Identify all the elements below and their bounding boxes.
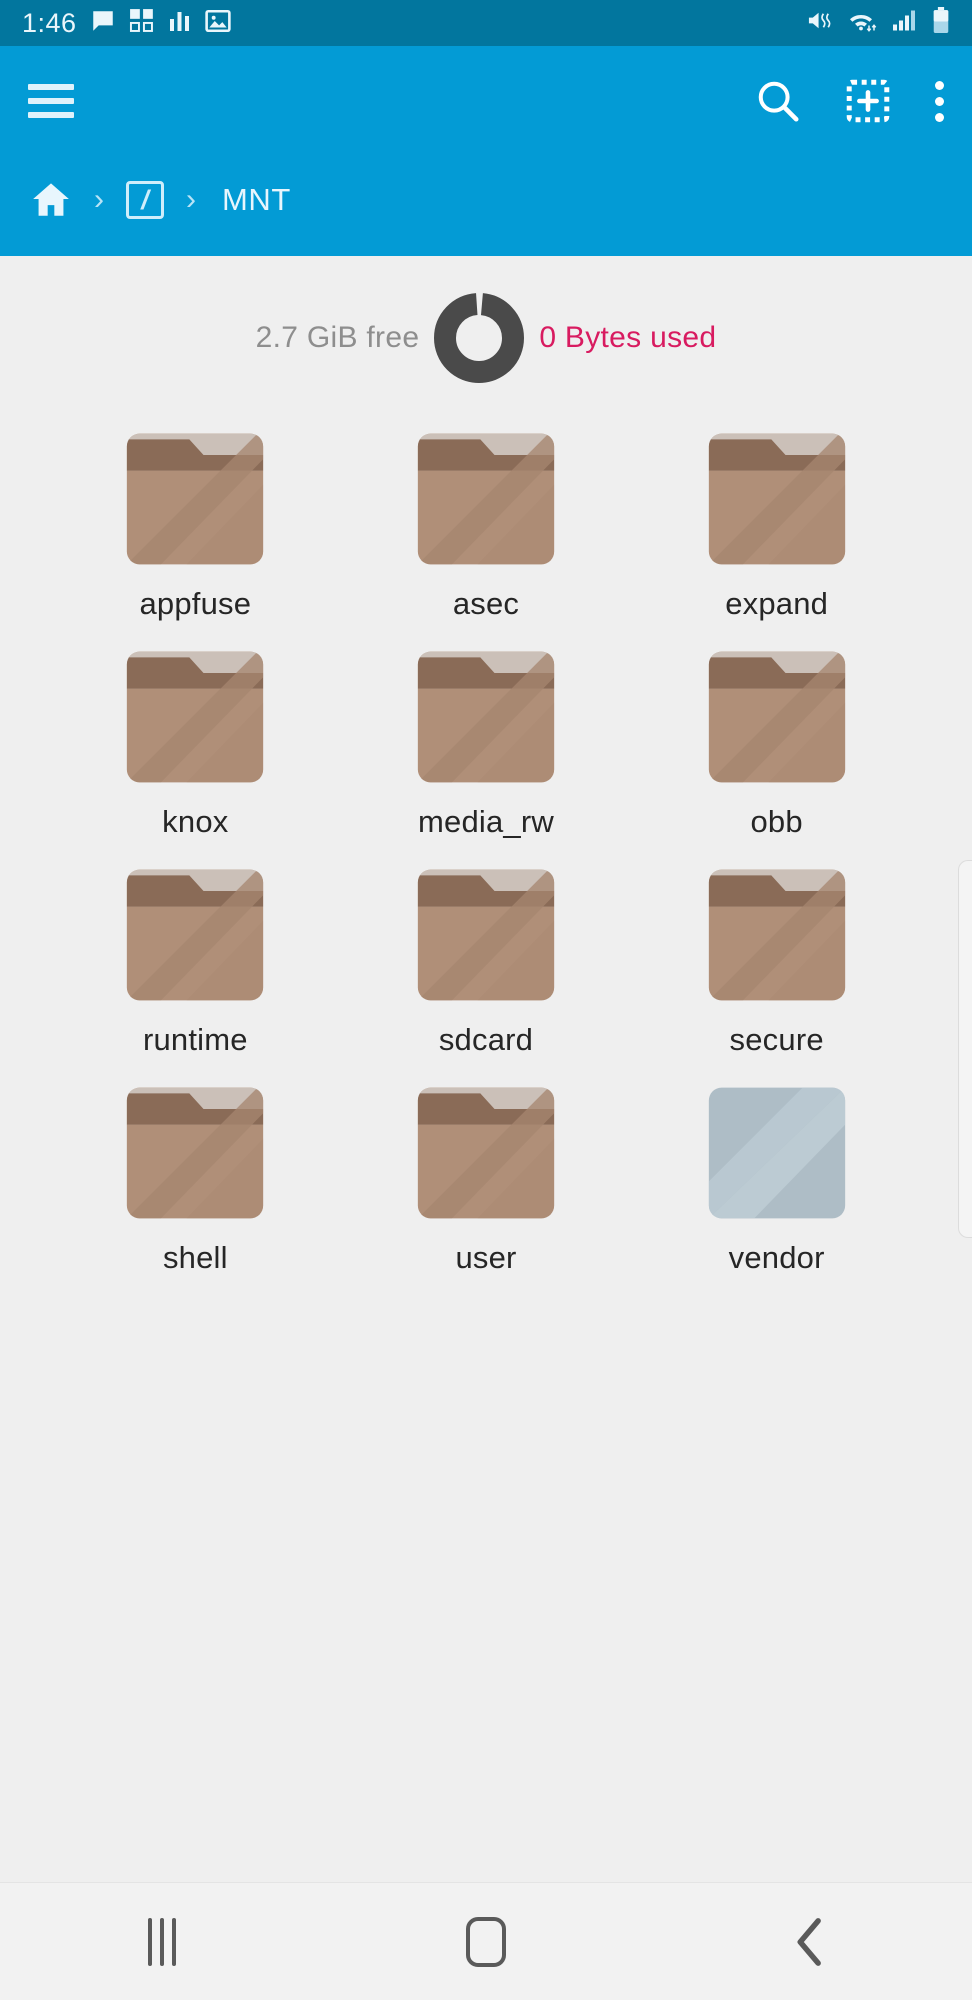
wifi-icon [848, 8, 878, 38]
folder-icon [124, 428, 266, 570]
status-bar: 1:46 [0, 0, 972, 46]
folder-icon [415, 428, 557, 570]
app-bar-top-row [0, 46, 972, 156]
folder-label: appfuse [139, 586, 252, 621]
home-button[interactable] [324, 1916, 648, 1967]
folder-label: vendor [728, 1240, 825, 1275]
folder-label: secure [729, 1022, 824, 1057]
breadcrumb-current[interactable]: MNT [218, 182, 291, 218]
breadcrumb-current-label: MNT [222, 182, 291, 217]
folder-item[interactable]: appfuse [50, 414, 341, 632]
folder-item[interactable]: shell [50, 1068, 341, 1286]
folder-label: user [455, 1240, 517, 1275]
folder-icon [124, 1082, 266, 1224]
mute-vibrate-icon [807, 8, 834, 38]
search-button[interactable] [755, 78, 801, 124]
folder-item[interactable]: obb [631, 632, 922, 850]
folder-icon [415, 1082, 557, 1224]
folder-item[interactable]: user [341, 1068, 632, 1286]
phone-screen: 1:46 › / › MNT 2.7 GiB free 0 Bytes used… [0, 0, 972, 2000]
gallery-icon [204, 8, 231, 39]
breadcrumb: › / › MNT [0, 156, 972, 244]
folder-icon [415, 864, 557, 1006]
folder-icon [124, 864, 266, 1006]
storage-summary[interactable]: 2.7 GiB free 0 Bytes used [0, 256, 972, 400]
scroll-indicator[interactable] [958, 860, 972, 1238]
folder-icon [706, 428, 848, 570]
folder-label: shell [162, 1240, 228, 1275]
recents-button[interactable] [0, 1917, 324, 1966]
home-square-icon [466, 1916, 506, 1967]
storage-used-label: 0 Bytes used [539, 321, 717, 354]
battery-icon [932, 7, 950, 39]
status-bar-left: 1:46 [22, 8, 231, 39]
storage-donut-chart [433, 292, 525, 384]
folder-label: media_rw [418, 804, 554, 839]
hamburger-line [28, 112, 74, 118]
folder-grid: appfuse asec expand knox media_rw obb runtime s… [0, 400, 972, 1286]
status-bar-right [807, 7, 950, 39]
folder-item[interactable]: vendor [631, 1068, 922, 1286]
folder-icon [706, 864, 848, 1006]
folder-label: runtime [142, 1022, 248, 1057]
blank-folder-icon [706, 1082, 848, 1224]
hamburger-line [28, 84, 74, 90]
folder-item[interactable]: media_rw [341, 632, 632, 850]
folder-item[interactable]: knox [50, 632, 341, 850]
folder-icon [415, 646, 557, 788]
signal-icon [892, 8, 918, 38]
folder-icon [706, 646, 848, 788]
back-chevron-icon [797, 1917, 821, 1966]
folder-label: sdcard [438, 1022, 534, 1057]
folder-label: expand [725, 586, 829, 621]
breadcrumb-separator: › [94, 183, 104, 216]
overflow-button[interactable] [935, 80, 944, 122]
folder-label: knox [162, 804, 229, 839]
folder-item[interactable]: expand [631, 414, 922, 632]
folder-item[interactable]: asec [341, 414, 632, 632]
breadcrumb-home[interactable] [30, 179, 72, 221]
folder-icon [124, 646, 266, 788]
equalizer-icon [168, 8, 192, 39]
status-bar-clock: 1:46 [22, 7, 77, 38]
hamburger-menu-button[interactable] [28, 84, 74, 118]
multiwindow-icon [129, 8, 155, 39]
folder-item[interactable]: runtime [50, 850, 341, 1068]
recents-icon [148, 1917, 176, 1966]
system-navigation-bar [0, 1882, 972, 2000]
breadcrumb-separator: › [186, 183, 196, 216]
app-bar: › / › MNT [0, 46, 972, 256]
storage-free-label: 2.7 GiB free [255, 321, 420, 354]
breadcrumb-root[interactable]: / [126, 181, 164, 219]
root-icon: / [126, 181, 164, 219]
back-button[interactable] [648, 1916, 972, 1968]
new-item-button[interactable] [845, 78, 891, 124]
folder-item[interactable]: secure [631, 850, 922, 1068]
home-icon [33, 183, 69, 216]
more-vertical-icon [935, 80, 944, 122]
folder-label: obb [750, 804, 803, 839]
app-bar-actions [755, 78, 944, 124]
folder-label: asec [452, 586, 520, 621]
folder-item[interactable]: sdcard [341, 850, 632, 1068]
hamburger-line [28, 98, 74, 104]
message-icon [90, 8, 116, 39]
root-slash-label: / [141, 184, 149, 215]
